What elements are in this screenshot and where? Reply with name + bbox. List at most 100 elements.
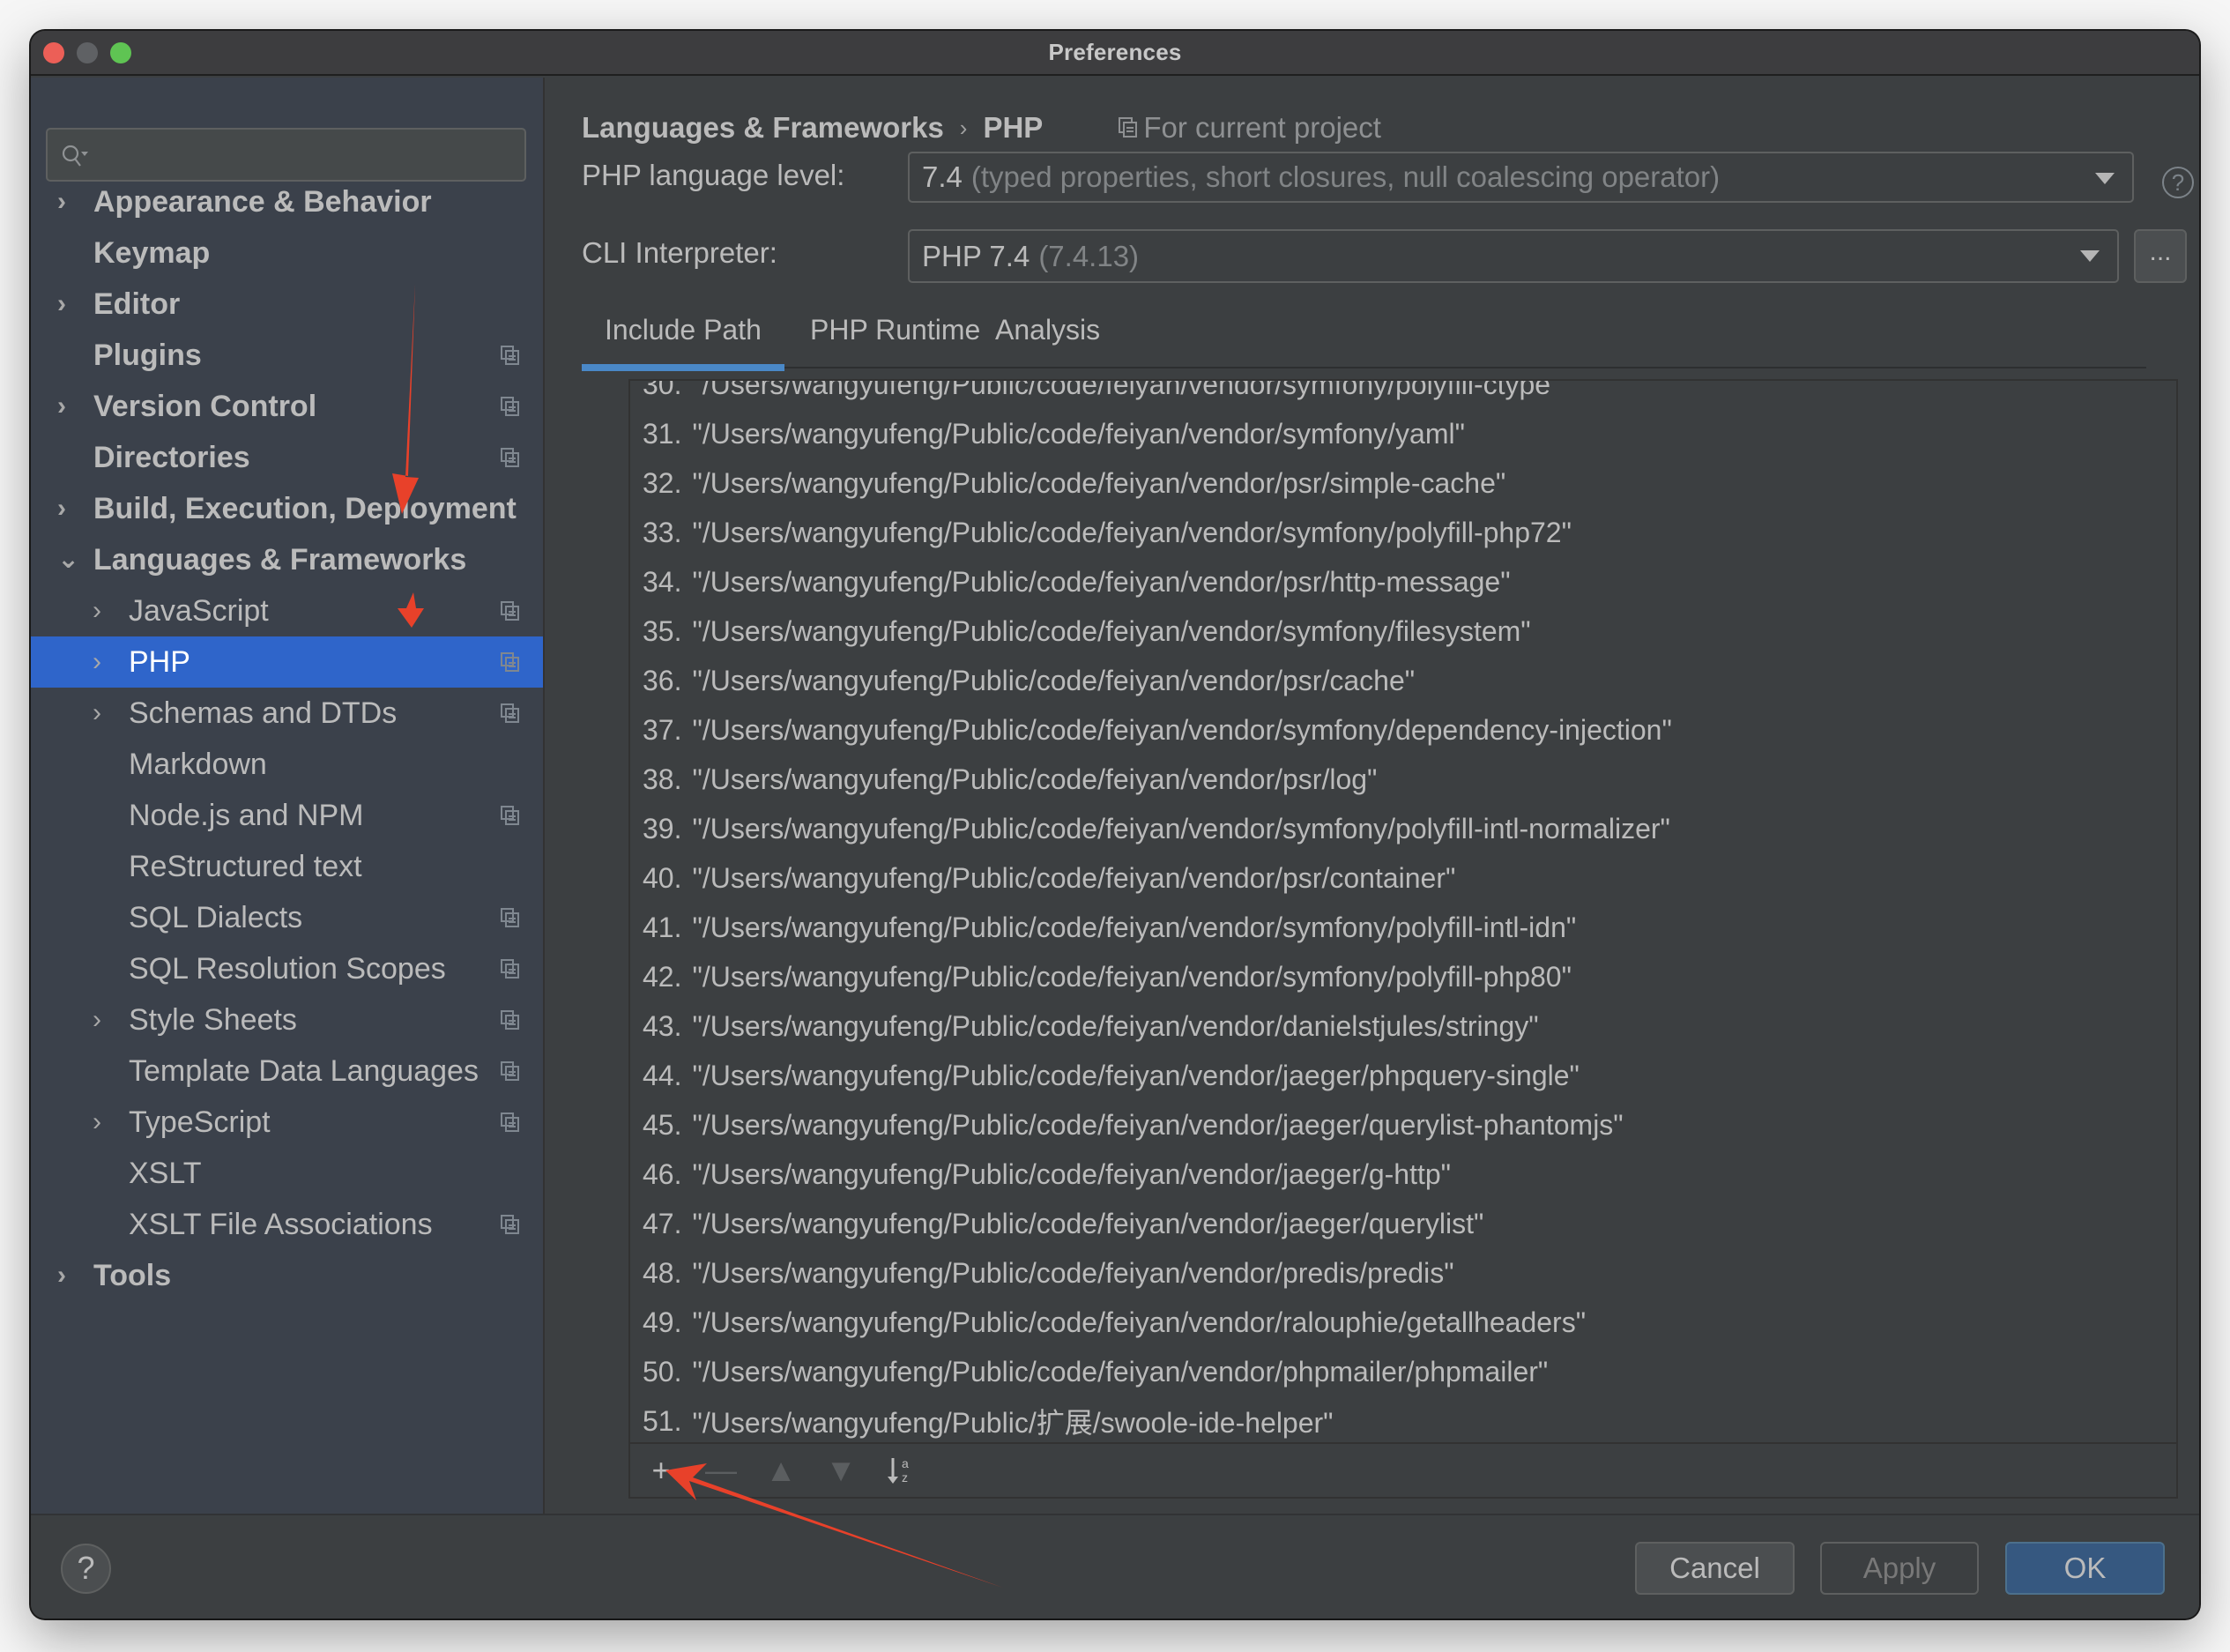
sidebar-item-editor[interactable]: › Editor (31, 279, 543, 330)
project-scope-icon (501, 1010, 519, 1030)
preferences-window: Preferences › Appearance & Behavior Keymap… (31, 31, 2199, 1619)
sidebar-item-php[interactable]: › PHP (31, 636, 543, 688)
sidebar-item-tools[interactable]: › Tools (31, 1250, 543, 1301)
chevron-right-icon[interactable]: › (93, 1007, 115, 1033)
include-path-row[interactable]: 49. "/Users/wangyufeng/Public/code/feiyan… (630, 1298, 2176, 1347)
chevron-right-icon[interactable]: › (57, 189, 80, 215)
include-path-row[interactable]: 35. "/Users/wangyufeng/Public/code/feiyan… (630, 606, 2176, 656)
sidebar-item-plugins[interactable]: Plugins (31, 330, 543, 381)
include-path-row[interactable]: 31. "/Users/wangyufeng/Public/code/feiyan… (630, 409, 2176, 458)
settings-tabs: Include Path PHP Runtime Analysis (582, 309, 2146, 371)
row-number: 43. (643, 1009, 682, 1042)
include-path-row[interactable]: 51. "/Users/wangyufeng/Public/扩展/swoole-i… (630, 1396, 2176, 1446)
minimize-window-button[interactable] (77, 42, 98, 63)
include-path-row[interactable]: 33. "/Users/wangyufeng/Public/code/feiyan… (630, 508, 2176, 557)
include-path-row[interactable]: 40. "/Users/wangyufeng/Public/code/feiyan… (630, 853, 2176, 903)
sidebar-item-label: XSLT File Associations (129, 1207, 433, 1241)
tab-php-runtime[interactable]: PHP Runtime (810, 309, 980, 365)
sidebar-item-typescript[interactable]: › TypeScript (31, 1097, 543, 1148)
sidebar-item-style-sheets[interactable]: › Style Sheets (31, 994, 543, 1046)
include-path-row[interactable]: 44. "/Users/wangyufeng/Public/code/feiyan… (630, 1051, 2176, 1100)
include-path-row[interactable]: 50. "/Users/wangyufeng/Public/code/feiyan… (630, 1347, 2176, 1396)
sidebar-item-directories[interactable]: Directories (31, 432, 543, 483)
arrow-down-icon[interactable]: ▼ (825, 1452, 857, 1488)
include-path-row[interactable]: 38. "/Users/wangyufeng/Public/code/feiyan… (630, 755, 2176, 804)
sidebar-item-schemas-and-dtds[interactable]: › Schemas and DTDs (31, 688, 543, 739)
svg-text:z: z (902, 1470, 908, 1485)
breadcrumb-parent[interactable]: Languages & Frameworks (582, 111, 944, 145)
row-path: "/Users/wangyufeng/Public/code/feiyan/ve… (692, 1157, 1452, 1190)
ok-button[interactable]: OK (2005, 1542, 2165, 1595)
include-path-row[interactable]: 42. "/Users/wangyufeng/Public/code/feiyan… (630, 952, 2176, 1001)
language-level-dropdown[interactable]: 7.4 (typed properties, short closures, n… (908, 152, 2134, 203)
include-path-row[interactable]: 39. "/Users/wangyufeng/Public/code/feiyan… (630, 804, 2176, 853)
sidebar-item-appearance-behavior[interactable]: › Appearance & Behavior (31, 176, 543, 227)
dropdown-arrow-icon (2095, 173, 2115, 184)
chevron-right-icon[interactable]: › (57, 495, 80, 522)
include-path-row[interactable]: 37. "/Users/wangyufeng/Public/code/feiyan… (630, 705, 2176, 755)
breadcrumb-separator: › (959, 114, 968, 141)
chevron-right-icon[interactable]: › (57, 291, 80, 317)
chevron-down-icon[interactable]: ⌄ (57, 547, 80, 573)
tab-include-path[interactable]: Include Path (582, 309, 784, 371)
sidebar-item-languages-frameworks[interactable]: ⌄ Languages & Frameworks (31, 534, 543, 585)
maximize-window-button[interactable] (110, 42, 131, 63)
minus-icon[interactable]: — (705, 1452, 737, 1488)
tab-analysis[interactable]: Analysis (995, 309, 1100, 365)
plus-icon[interactable]: + (646, 1452, 676, 1488)
breadcrumb-current: PHP (983, 111, 1044, 144)
sidebar-item-label: Appearance & Behavior (93, 184, 432, 219)
close-window-button[interactable] (43, 42, 64, 63)
include-path-row[interactable]: 43. "/Users/wangyufeng/Public/code/feiyan… (630, 1001, 2176, 1051)
row-path: "/Users/wangyufeng/Public/code/feiyan/ve… (692, 466, 1506, 499)
language-level-help-icon[interactable]: ? (2162, 167, 2194, 198)
include-path-row[interactable]: 30. "/Users/wangyufeng/Public/code/feiyan… (630, 381, 2176, 409)
include-path-row[interactable]: 32. "/Users/wangyufeng/Public/code/feiyan… (630, 458, 2176, 508)
sidebar-item-label: Tools (93, 1258, 172, 1292)
project-scope-icon (501, 959, 519, 979)
chevron-right-icon[interactable]: › (57, 393, 80, 420)
sidebar-item-sql-dialects[interactable]: SQL Dialects (31, 892, 543, 943)
sidebar-item-build-execution-deployment[interactable]: › Build, Execution, Deployment (31, 483, 543, 534)
row-number: 45. (643, 1108, 682, 1141)
include-path-row[interactable]: 41. "/Users/wangyufeng/Public/code/feiyan… (630, 903, 2176, 952)
help-button[interactable]: ? (61, 1544, 111, 1594)
row-path: "/Users/wangyufeng/Public/code/feiyan/ve… (692, 1108, 1624, 1141)
apply-button[interactable]: Apply (1820, 1542, 1979, 1595)
chevron-right-icon[interactable]: › (93, 700, 115, 726)
cancel-button[interactable]: Cancel (1635, 1542, 1795, 1595)
row-number: 33. (643, 516, 682, 548)
sidebar-item-xslt[interactable]: XSLT (31, 1148, 543, 1199)
sidebar-item-version-control[interactable]: › Version Control (31, 381, 543, 432)
sidebar-item-node-js-and-npm[interactable]: Node.js and NPM (31, 790, 543, 841)
row-number: 37. (643, 713, 682, 746)
sidebar-item-restructured-text[interactable]: ReStructured text (31, 841, 543, 892)
row-number: 50. (643, 1355, 682, 1388)
sidebar-item-markdown[interactable]: Markdown (31, 739, 543, 790)
sidebar-item-template-data-languages[interactable]: Template Data Languages (31, 1046, 543, 1097)
cli-interpreter-dropdown[interactable]: PHP 7.4 (7.4.13) (908, 229, 2119, 283)
chevron-right-icon[interactable]: › (93, 649, 115, 675)
include-path-row[interactable]: 46. "/Users/wangyufeng/Public/code/feiyan… (630, 1150, 2176, 1199)
include-path-row[interactable]: 48. "/Users/wangyufeng/Public/code/feiyan… (630, 1248, 2176, 1298)
sidebar-item-label: XSLT (129, 1156, 202, 1190)
settings-search-input[interactable] (46, 128, 526, 182)
arrow-up-icon[interactable]: ▲ (765, 1452, 797, 1488)
sidebar-item-xslt-file-associations[interactable]: XSLT File Associations (31, 1199, 543, 1250)
include-path-row[interactable]: 36. "/Users/wangyufeng/Public/code/feiyan… (630, 656, 2176, 705)
sidebar-item-sql-resolution-scopes[interactable]: SQL Resolution Scopes (31, 943, 543, 994)
row-path: "/Users/wangyufeng/Public/扩展/swoole-ide-… (692, 1407, 1334, 1439)
chevron-right-icon[interactable]: › (93, 598, 115, 624)
search-icon (62, 145, 88, 167)
sidebar-item-javascript[interactable]: › JavaScript (31, 585, 543, 636)
row-number: 44. (643, 1059, 682, 1091)
row-path: "/Users/wangyufeng/Public/code/feiyan/ve… (692, 1059, 1580, 1091)
sidebar-item-keymap[interactable]: Keymap (31, 227, 543, 279)
sort-alpha-icon[interactable]: a z (886, 1455, 916, 1485)
browse-interpreters-button[interactable]: ... (2134, 229, 2187, 283)
include-path-row[interactable]: 47. "/Users/wangyufeng/Public/code/feiyan… (630, 1199, 2176, 1248)
chevron-right-icon[interactable]: › (93, 1109, 115, 1135)
include-path-row[interactable]: 45. "/Users/wangyufeng/Public/code/feiyan… (630, 1100, 2176, 1150)
chevron-right-icon[interactable]: › (57, 1262, 80, 1289)
include-path-row[interactable]: 34. "/Users/wangyufeng/Public/code/feiyan… (630, 557, 2176, 606)
